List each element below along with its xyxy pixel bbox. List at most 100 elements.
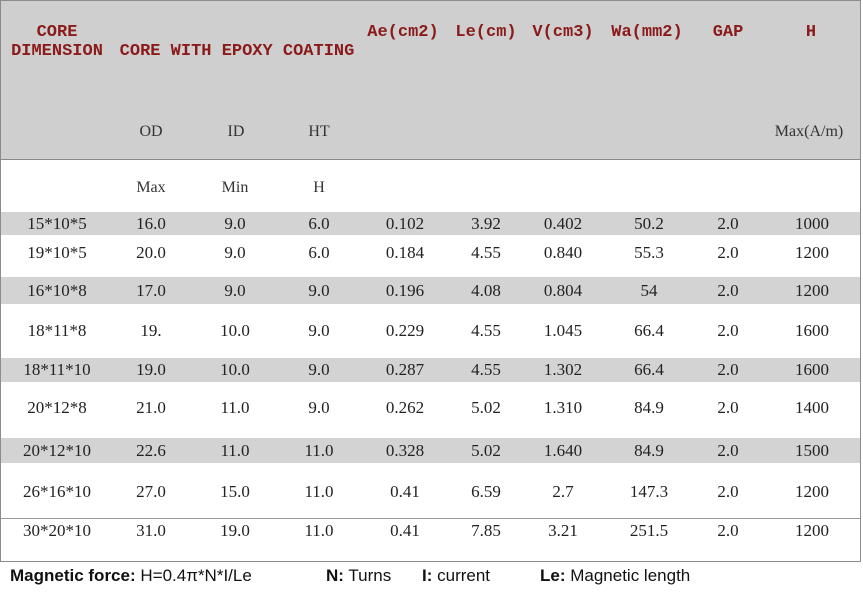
- cell-ht: 6.0: [308, 243, 330, 262]
- subheader-h: H: [313, 179, 325, 196]
- cell-dim: 20*12*10: [23, 441, 91, 460]
- cell-h: 1500: [795, 441, 829, 460]
- table-row: 26*16*10 27.0 15.0 11.0 0.41 6.59 2.7 147.3 2.0 1…: [1, 480, 860, 504]
- cell-le: 6.59: [471, 482, 501, 501]
- cell-gap: 2.0: [717, 482, 739, 501]
- header-h: H: [805, 23, 817, 42]
- footer-current: I: current: [422, 566, 490, 586]
- header-core-with-epoxy: CORE WITH EPOXY COATING: [119, 42, 355, 61]
- cell-h: 1600: [795, 360, 829, 379]
- cell-ht: 9.0: [308, 398, 330, 417]
- cell-ht: 6.0: [308, 214, 330, 233]
- cell-id: 19.0: [220, 521, 250, 540]
- table-row: 15*10*5 16.0 9.0 6.0 0.102 3.92 0.402 50.2 2.0 10…: [1, 212, 860, 236]
- cell-h: 1600: [795, 321, 829, 340]
- cell-ae: 0.196: [385, 281, 425, 300]
- cell-v: 1.640: [543, 441, 583, 460]
- magnetic-length-value: Magnetic length: [570, 566, 691, 585]
- cell-ht: 9.0: [308, 360, 330, 379]
- cell-ae: 0.41: [390, 482, 420, 501]
- cell-wa: 50.2: [634, 214, 664, 233]
- cell-v: 3.21: [548, 521, 578, 540]
- table-header: CORE DIMENSION CORE WITH EPOXY COATING A…: [1, 1, 860, 103]
- cell-od: 16.0: [136, 214, 166, 233]
- cell-od: 19.: [140, 321, 162, 340]
- cell-dim: 20*12*8: [27, 398, 87, 417]
- cell-ae: 0.184: [385, 243, 425, 262]
- cell-ae: 0.328: [385, 441, 425, 460]
- subheader-min: Min: [221, 179, 249, 196]
- footer-turns: N: Turns: [326, 566, 391, 586]
- magnetic-force-formula: H=0.4π*N*I/Le: [140, 566, 252, 585]
- cell-gap: 2.0: [717, 214, 739, 233]
- cell-gap: 2.0: [717, 321, 739, 340]
- cell-wa: 147.3: [629, 482, 669, 501]
- cell-id: 10.0: [220, 360, 250, 379]
- cell-ht: 11.0: [304, 521, 334, 540]
- subheader-max-am: Max(A/m): [774, 123, 844, 140]
- subheader-id: ID: [227, 123, 245, 140]
- table-row: 30*20*10 31.0 19.0 11.0 0.41 7.85 3.21 251.5 2.0…: [1, 519, 860, 543]
- cell-gap: 2.0: [717, 281, 739, 300]
- cell-gap: 2.0: [717, 441, 739, 460]
- cell-v: 0.840: [543, 243, 583, 262]
- header-core-dimension: CORE DIMENSION: [9, 23, 105, 61]
- cell-od: 17.0: [136, 281, 166, 300]
- cell-v: 0.402: [543, 214, 583, 233]
- cell-wa: 66.4: [634, 360, 664, 379]
- cell-wa: 66.4: [634, 321, 664, 340]
- header-ae: Ae(cm2): [367, 23, 439, 42]
- cell-h: 1000: [795, 214, 829, 233]
- cell-id: 9.0: [224, 281, 246, 300]
- header-le: Le(cm): [455, 23, 517, 42]
- cell-v: 1.310: [543, 398, 583, 417]
- cell-od: 19.0: [136, 360, 166, 379]
- cell-od: 22.6: [136, 441, 166, 460]
- core-spec-table: CORE DIMENSION CORE WITH EPOXY COATING A…: [0, 0, 861, 562]
- cell-le: 4.08: [471, 281, 501, 300]
- cell-ae: 0.102: [385, 214, 425, 233]
- subheader-max: Max: [136, 179, 166, 196]
- cell-id: 15.0: [220, 482, 250, 501]
- cell-ae: 0.41: [390, 521, 420, 540]
- header-wa: Wa(mm2): [611, 23, 683, 42]
- cell-wa: 55.3: [634, 243, 664, 262]
- cell-v: 1.302: [543, 360, 583, 379]
- cell-wa: 84.9: [634, 441, 664, 460]
- table-row: 18*11*8 19. 10.0 9.0 0.229 4.55 1.045 66.4 2.0 16…: [1, 319, 860, 343]
- cell-ht: 9.0: [308, 321, 330, 340]
- header-core-label: CORE: [36, 23, 78, 42]
- cell-v: 1.045: [543, 321, 583, 340]
- cell-le: 5.02: [471, 441, 501, 460]
- cell-h: 1200: [795, 521, 829, 540]
- table-row: 16*10*8 17.0 9.0 9.0 0.196 4.08 0.804 54 2.0 1200: [1, 279, 860, 303]
- cell-ht: 11.0: [304, 482, 334, 501]
- footer-magnetic-force: Magnetic force: H=0.4π*N*I/Le: [10, 566, 252, 586]
- cell-dim: 15*10*5: [27, 214, 87, 233]
- cell-wa: 84.9: [634, 398, 664, 417]
- cell-ae: 0.262: [385, 398, 425, 417]
- cell-ae: 0.287: [385, 360, 425, 379]
- cell-v: 0.804: [543, 281, 583, 300]
- cell-dim: 30*20*10: [23, 521, 91, 540]
- cell-dim: 16*10*8: [27, 281, 87, 300]
- cell-id: 11.0: [220, 398, 250, 417]
- cell-h: 1200: [795, 243, 829, 262]
- cell-ht: 9.0: [308, 281, 330, 300]
- current-label: I:: [422, 566, 433, 585]
- header-gap: GAP: [712, 23, 744, 42]
- cell-ae: 0.229: [385, 321, 425, 340]
- turns-value: Turns: [348, 566, 392, 585]
- cell-od: 20.0: [136, 243, 166, 262]
- turns-label: N:: [326, 566, 344, 585]
- cell-gap: 2.0: [717, 521, 739, 540]
- subheader-ht: HT: [308, 123, 330, 140]
- cell-od: 27.0: [136, 482, 166, 501]
- magnetic-force-label: Magnetic force:: [10, 566, 136, 585]
- table-row: 19*10*5 20.0 9.0 6.0 0.184 4.55 0.840 55.3 2.0 12…: [1, 241, 860, 265]
- subheader-od: OD: [139, 123, 163, 140]
- cell-le: 4.55: [471, 243, 501, 262]
- cell-id: 9.0: [224, 214, 246, 233]
- cell-od: 31.0: [136, 521, 166, 540]
- header-v: V(cm3): [532, 23, 594, 42]
